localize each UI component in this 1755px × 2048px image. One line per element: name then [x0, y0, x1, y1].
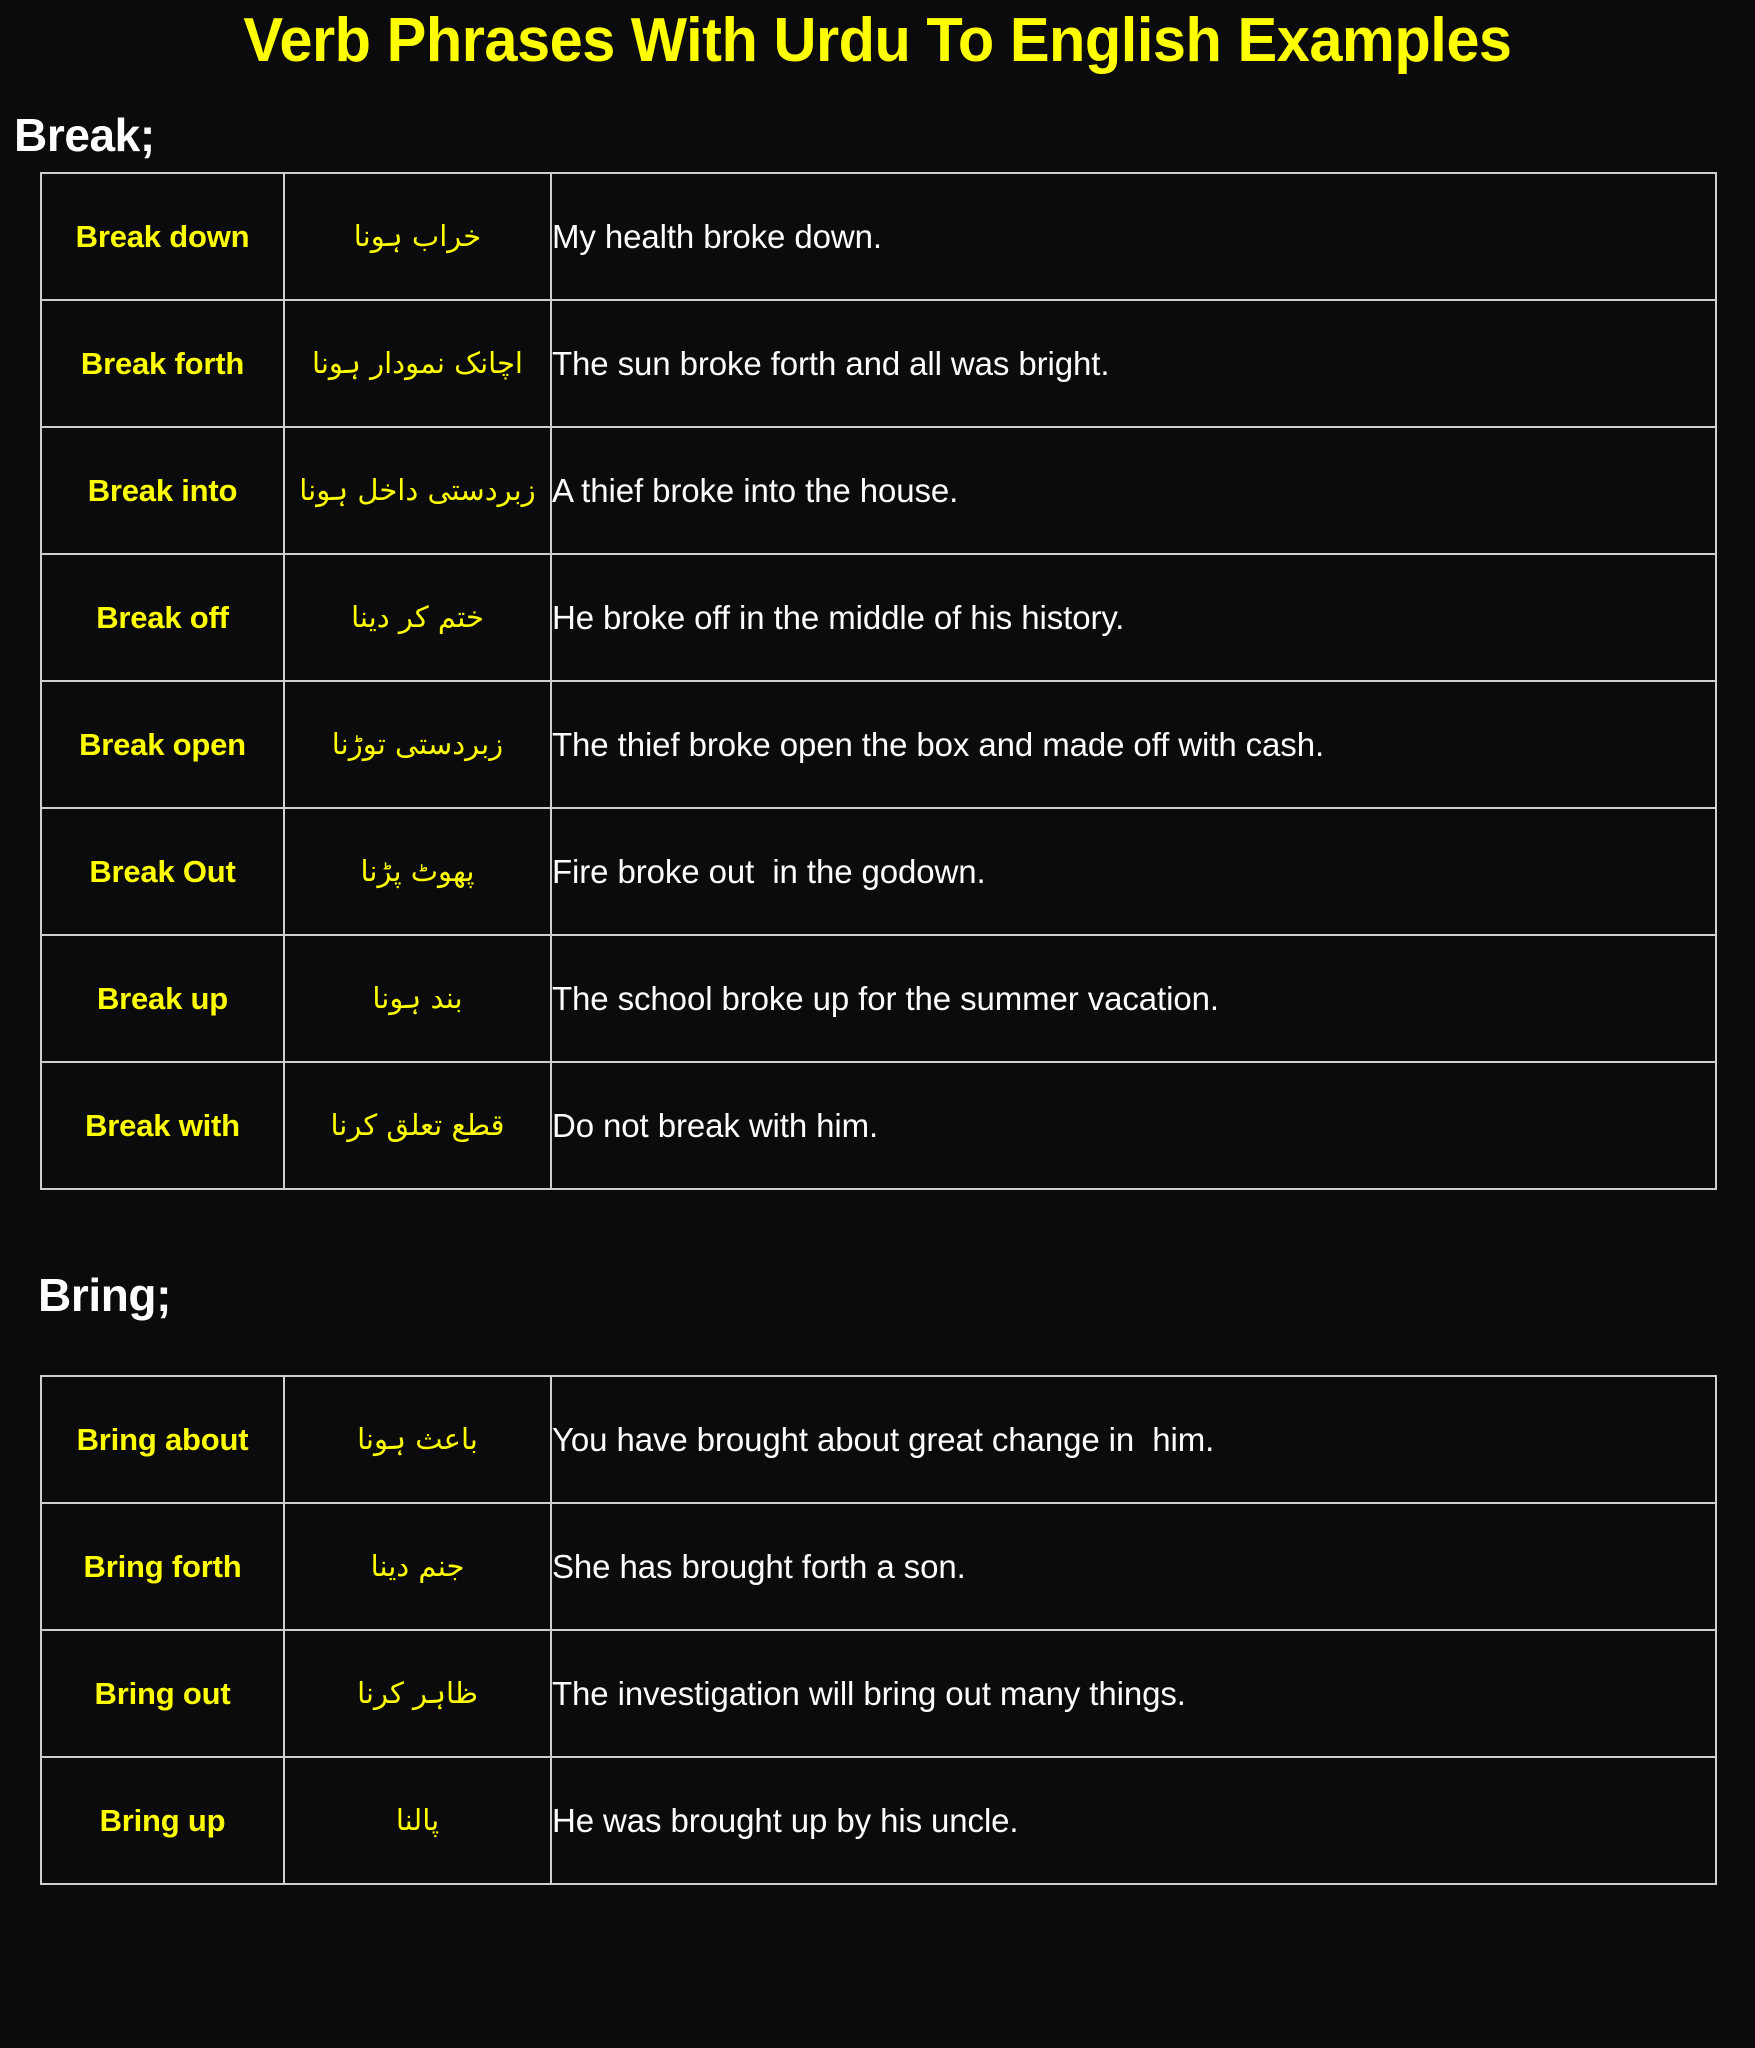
- english-example-cell: Fire broke out in the godown.: [550, 807, 1717, 936]
- urdu-meaning-cell: پھوٹ پڑنا: [283, 807, 552, 936]
- table-row: Break off ختم کر دینا He broke off in th…: [40, 553, 1717, 682]
- table-row: Break up بند ہونا The school broke up fo…: [40, 934, 1717, 1063]
- table-row: Bring up پالنا He was brought up by his …: [40, 1756, 1717, 1885]
- page-root: Verb Phrases With Urdu To English Exampl…: [0, 0, 1755, 2048]
- english-example-cell: The school broke up for the summer vacat…: [550, 934, 1717, 1063]
- phrase-cell: Break open: [40, 680, 285, 809]
- urdu-meaning-cell: جنم دینا: [283, 1502, 552, 1631]
- table-row: Break with قطع تعلق کرنا Do not break wi…: [40, 1061, 1717, 1190]
- table-row: Break into زبردستی داخل ہونا A thief bro…: [40, 426, 1717, 555]
- phrase-cell: Break Out: [40, 807, 285, 936]
- table-row: Bring out ظاہر کرنا The investigation wi…: [40, 1629, 1717, 1758]
- urdu-meaning-cell: زبردستی داخل ہونا: [283, 426, 552, 555]
- table-row: Break open زبردستی توڑنا The thief broke…: [40, 680, 1717, 809]
- english-example-cell: My health broke down.: [550, 172, 1717, 301]
- urdu-meaning-cell: پالنا: [283, 1756, 552, 1885]
- phrase-cell: Bring up: [40, 1756, 285, 1885]
- phrase-cell: Break forth: [40, 299, 285, 428]
- urdu-meaning-cell: قطع تعلق کرنا: [283, 1061, 552, 1190]
- english-example-cell: The thief broke open the box and made of…: [550, 680, 1717, 809]
- table-row: Break forth اچانک نمودار ہونا The sun br…: [40, 299, 1717, 428]
- urdu-meaning-cell: خراب ہونا: [283, 172, 552, 301]
- phrase-cell: Break down: [40, 172, 285, 301]
- phrase-cell: Break up: [40, 934, 285, 1063]
- english-example-cell: He broke off in the middle of his histor…: [550, 553, 1717, 682]
- break-table-body: Break down خراب ہونا My health broke dow…: [40, 172, 1717, 1190]
- table-row: Bring forth جنم دینا She has brought for…: [40, 1502, 1717, 1631]
- section-heading-break: Break;: [14, 109, 155, 161]
- english-example-cell: Do not break with him.: [550, 1061, 1717, 1190]
- english-example-cell: You have brought about great change in h…: [550, 1375, 1717, 1504]
- english-example-cell: The investigation will bring out many th…: [550, 1629, 1717, 1758]
- break-phrases-table: Break down خراب ہونا My health broke dow…: [40, 172, 1717, 1190]
- english-example-cell: She has brought forth a son.: [550, 1502, 1717, 1631]
- urdu-meaning-cell: ظاہر کرنا: [283, 1629, 552, 1758]
- urdu-meaning-cell: بند ہونا: [283, 934, 552, 1063]
- page-title: Verb Phrases With Urdu To English Exampl…: [243, 6, 1512, 75]
- urdu-meaning-cell: اچانک نمودار ہونا: [283, 299, 552, 428]
- bring-table-body: Bring about باعث ہونا You have brought a…: [40, 1375, 1717, 1885]
- section-heading-bring: Bring;: [38, 1269, 172, 1321]
- urdu-meaning-cell: باعث ہونا: [283, 1375, 552, 1504]
- phrase-cell: Bring out: [40, 1629, 285, 1758]
- table-row: Break Out پھوٹ پڑنا Fire broke out in th…: [40, 807, 1717, 936]
- phrase-cell: Break into: [40, 426, 285, 555]
- table-row: Bring about باعث ہونا You have brought a…: [40, 1375, 1717, 1504]
- phrase-cell: Bring about: [40, 1375, 285, 1504]
- english-example-cell: He was brought up by his uncle.: [550, 1756, 1717, 1885]
- phrase-cell: Break with: [40, 1061, 285, 1190]
- english-example-cell: A thief broke into the house.: [550, 426, 1717, 555]
- english-example-cell: The sun broke forth and all was bright.: [550, 299, 1717, 428]
- bring-phrases-table: Bring about باعث ہونا You have brought a…: [40, 1375, 1717, 1885]
- urdu-meaning-cell: زبردستی توڑنا: [283, 680, 552, 809]
- phrase-cell: Break off: [40, 553, 285, 682]
- urdu-meaning-cell: ختم کر دینا: [283, 553, 552, 682]
- table-row: Break down خراب ہونا My health broke dow…: [40, 172, 1717, 301]
- phrase-cell: Bring forth: [40, 1502, 285, 1631]
